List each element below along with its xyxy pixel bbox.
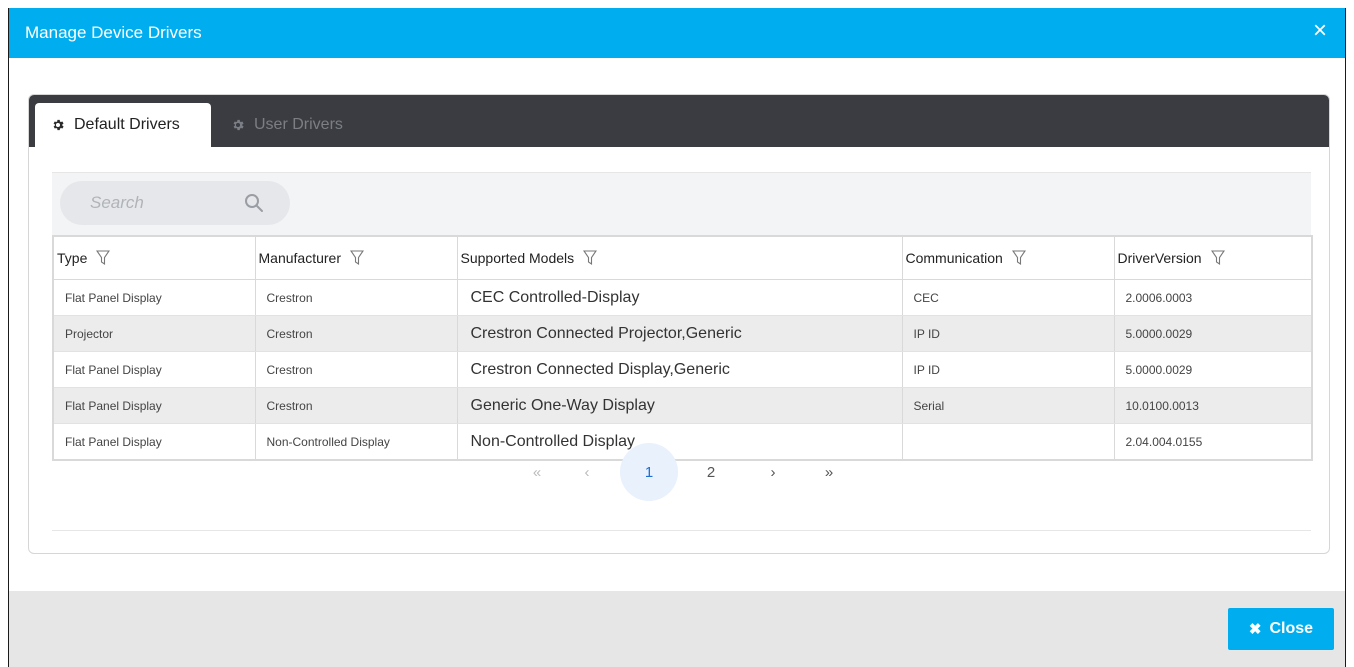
search-box: [60, 181, 290, 225]
filter-icon[interactable]: [349, 250, 364, 266]
column-header-type: Type: [53, 236, 256, 280]
cell-type: Flat Panel Display: [53, 279, 256, 316]
pagination: « ‹ 1 2 › »: [52, 443, 1311, 501]
cell-manufacturer: Crestron: [255, 387, 458, 424]
close-button-label: Close: [1269, 620, 1314, 637]
dialog-title-bar: Manage Device Drivers ×: [9, 8, 1345, 58]
close-icon[interactable]: ×: [1313, 19, 1327, 43]
search-icon[interactable]: [244, 193, 264, 218]
column-header-communication: Communication: [902, 236, 1115, 280]
table-row[interactable]: Flat Panel Display Crestron Crestron Con…: [53, 351, 1313, 388]
close-button[interactable]: ✖ Close: [1228, 608, 1334, 650]
prev-page-button[interactable]: ‹: [558, 443, 616, 501]
search-input[interactable]: [88, 192, 242, 214]
cell-type: Flat Panel Display: [53, 351, 256, 388]
cell-supported-models: Generic One-Way Display: [457, 387, 903, 424]
cell-type: Flat Panel Display: [53, 387, 256, 424]
cell-manufacturer: Crestron: [255, 315, 458, 352]
cell-type: Projector: [53, 315, 256, 352]
cell-driver-version: 2.0006.0003: [1114, 279, 1313, 316]
column-label: Supported Models: [460, 250, 575, 266]
filter-icon[interactable]: [96, 250, 111, 266]
drivers-content: Type Manufacturer Supported Models Commu…: [52, 172, 1313, 531]
cell-manufacturer: Crestron: [255, 279, 458, 316]
page-button-1[interactable]: 1: [620, 443, 678, 501]
column-label: DriverVersion: [1117, 250, 1202, 266]
cell-supported-models: CEC Controlled-Display: [457, 279, 903, 316]
table-row[interactable]: Flat Panel Display Crestron CEC Controll…: [53, 279, 1313, 316]
table-row[interactable]: Flat Panel Display Crestron Generic One-…: [53, 387, 1313, 424]
gear-icon: [51, 118, 65, 132]
cell-driver-version: 5.0000.0029: [1114, 351, 1313, 388]
cell-manufacturer: Crestron: [255, 351, 458, 388]
cell-communication: IP ID: [902, 351, 1115, 388]
cell-driver-version: 10.0100.0013: [1114, 387, 1313, 424]
tab-default-drivers[interactable]: Default Drivers: [35, 103, 211, 147]
tab-label: Default Drivers: [74, 116, 180, 133]
cell-communication: IP ID: [902, 315, 1115, 352]
cell-supported-models: Crestron Connected Display,Generic: [457, 351, 903, 388]
cell-supported-models: Crestron Connected Projector,Generic: [457, 315, 903, 352]
table-row[interactable]: Projector Crestron Crestron Connected Pr…: [53, 315, 1313, 352]
column-header-supported-models: Supported Models: [457, 236, 903, 280]
filter-icon[interactable]: [1011, 250, 1026, 266]
grid-toolbar: [52, 173, 1311, 235]
drivers-panel: Default Drivers User Drivers Search Type…: [28, 94, 1330, 554]
page-button-2[interactable]: 2: [682, 443, 740, 501]
column-label: Manufacturer: [258, 250, 341, 266]
filter-icon[interactable]: [1210, 250, 1225, 266]
manage-drivers-dialog: Manage Device Drivers × Default Drivers …: [8, 8, 1346, 667]
tab-bar: Default Drivers User Drivers: [29, 95, 1329, 147]
next-page-button[interactable]: ›: [744, 443, 802, 501]
cell-communication: Serial: [902, 387, 1115, 424]
drivers-table: Type Manufacturer Supported Models Commu…: [52, 235, 1313, 461]
column-header-manufacturer: Manufacturer: [255, 236, 458, 280]
dialog-title: Manage Device Drivers: [25, 23, 202, 42]
dialog-footer: ✖ Close: [9, 591, 1345, 667]
column-header-driver-version: DriverVersion: [1114, 236, 1313, 280]
cell-communication: CEC: [902, 279, 1115, 316]
column-label: Communication: [905, 250, 1003, 266]
filter-icon[interactable]: [583, 250, 598, 266]
last-page-button[interactable]: »: [800, 443, 858, 501]
times-icon: ✖: [1248, 621, 1262, 638]
gear-icon: [231, 118, 245, 132]
tab-label: User Drivers: [254, 116, 343, 133]
table-header-row: Type Manufacturer Supported Models Commu…: [53, 236, 1313, 280]
column-label: Type: [57, 250, 88, 266]
tab-user-drivers[interactable]: User Drivers: [215, 103, 359, 147]
cell-driver-version: 5.0000.0029: [1114, 315, 1313, 352]
